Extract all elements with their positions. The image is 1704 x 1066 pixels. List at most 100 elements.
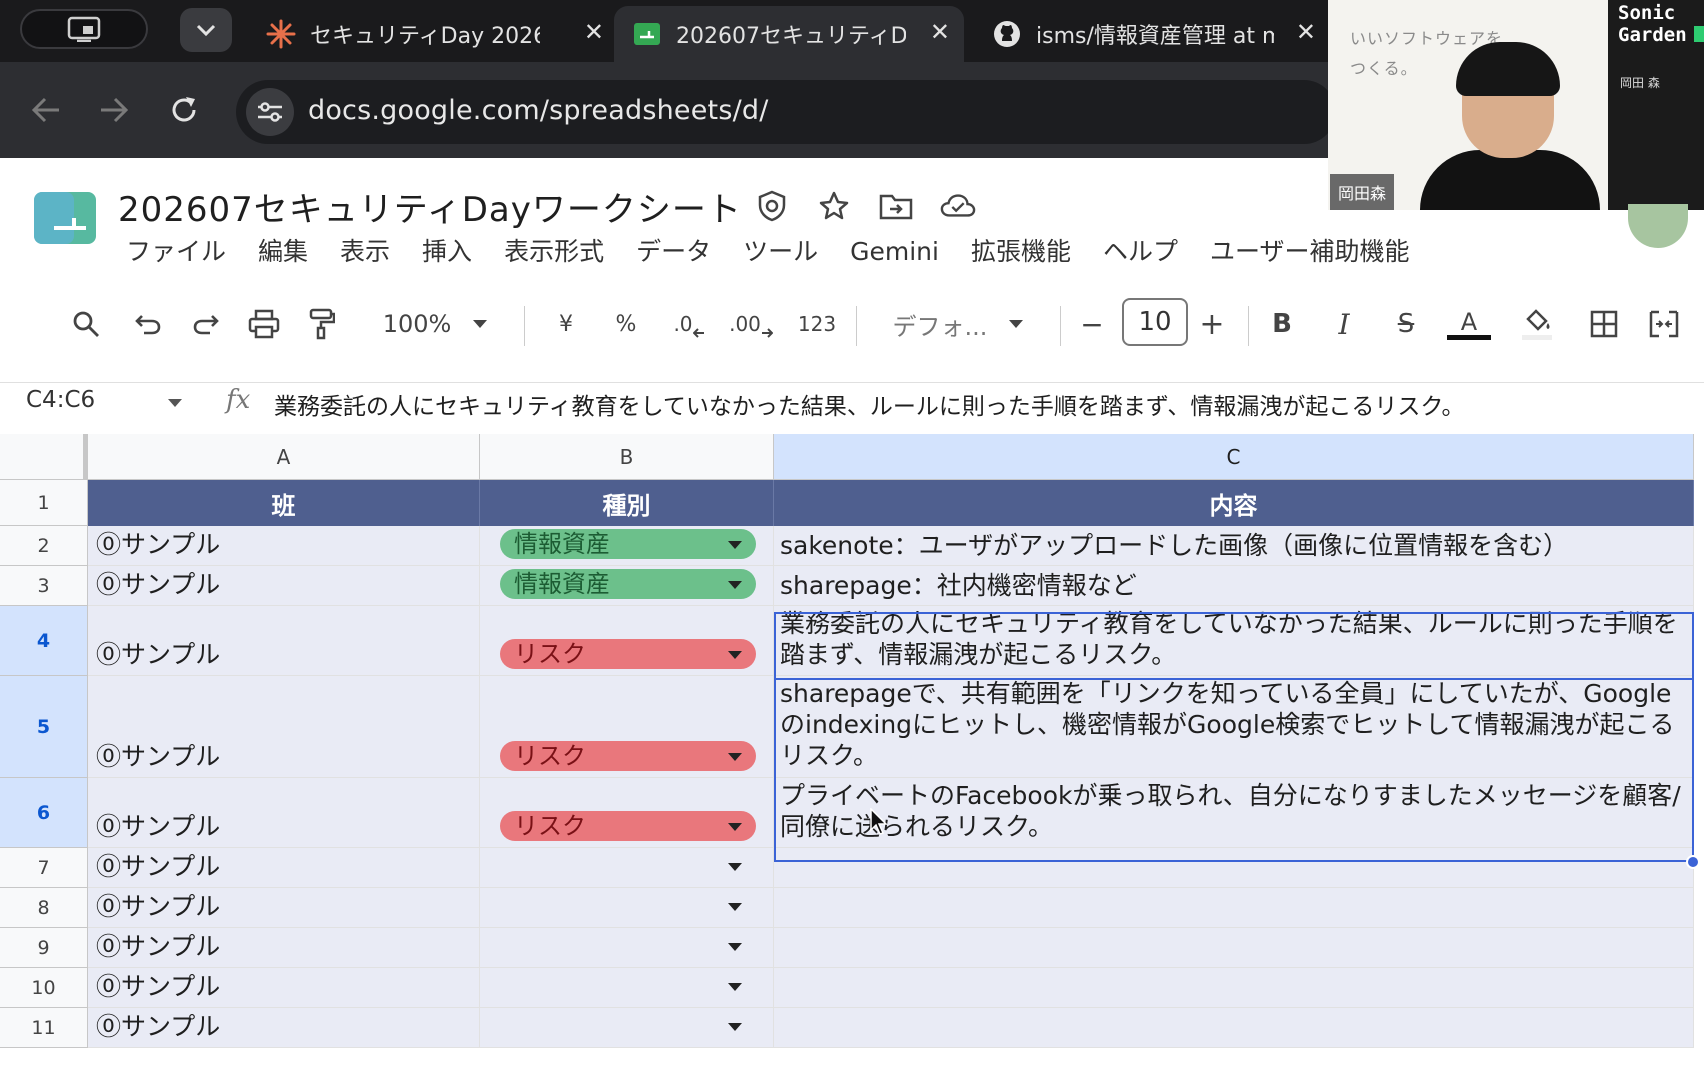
- menu-view[interactable]: 表示: [324, 234, 406, 270]
- percent-format-button[interactable]: %: [606, 294, 646, 354]
- sheets-logo-icon[interactable]: [32, 190, 98, 246]
- zoom-select[interactable]: 100%: [380, 294, 490, 354]
- back-button[interactable]: [24, 88, 68, 132]
- header-cell-content[interactable]: 内容: [774, 480, 1694, 526]
- cell-team[interactable]: ⓪サンプル: [88, 928, 480, 968]
- column-header-a[interactable]: A: [88, 434, 480, 480]
- close-icon[interactable]: ✕: [1296, 18, 1316, 46]
- row-header[interactable]: 5: [0, 676, 88, 778]
- tab-github-isms[interactable]: isms/情報資産管理 at main ✕: [974, 6, 1330, 62]
- close-icon[interactable]: ✕: [930, 18, 950, 46]
- text-color-button[interactable]: A: [1446, 294, 1492, 354]
- type-dropdown-chip[interactable]: [500, 851, 756, 881]
- cell-content[interactable]: sakenote：ユーザがアップロードした画像（画像に位置情報を含む）: [774, 526, 1694, 566]
- row-header[interactable]: 11: [0, 1008, 88, 1048]
- decrease-decimal-button[interactable]: .0: [666, 294, 712, 354]
- address-bar[interactable]: docs.google.com/spreadsheets/d/: [236, 80, 1336, 144]
- cell-type[interactable]: [480, 888, 774, 928]
- cell-content[interactable]: sharepage：社内機密情報など: [774, 566, 1694, 606]
- column-header-c[interactable]: C: [774, 434, 1694, 480]
- cell-team[interactable]: ⓪サンプル: [88, 888, 480, 928]
- cell-content[interactable]: [774, 848, 1694, 888]
- menu-format[interactable]: 表示形式: [488, 234, 620, 270]
- type-dropdown-chip[interactable]: [500, 931, 756, 961]
- menu-insert[interactable]: 挿入: [406, 234, 488, 270]
- cell-content[interactable]: プライベートのFacebookが乗っ取られ、自分になりすましたメッセージを顧客/…: [774, 778, 1694, 848]
- cell-type[interactable]: リスク: [480, 778, 774, 848]
- row-header[interactable]: 3: [0, 566, 88, 606]
- cell-type[interactable]: 情報資産: [480, 566, 774, 606]
- menu-data[interactable]: データ: [620, 234, 727, 270]
- italic-button[interactable]: I: [1324, 294, 1364, 354]
- tab-search-button[interactable]: [20, 9, 148, 49]
- cell-content[interactable]: [774, 968, 1694, 1008]
- cell-type[interactable]: [480, 848, 774, 888]
- tab-worksheet[interactable]: 202607セキュリティDayワークシート ✕: [614, 6, 964, 62]
- cell-type[interactable]: [480, 968, 774, 1008]
- privacy-shield-icon[interactable]: [754, 188, 790, 224]
- menu-help[interactable]: ヘルプ: [1087, 234, 1194, 270]
- increase-decimal-button[interactable]: .00: [726, 294, 776, 354]
- column-header-b[interactable]: B: [480, 434, 774, 480]
- row-header[interactable]: 1: [0, 480, 88, 526]
- undo-button[interactable]: [126, 294, 170, 354]
- cell-type[interactable]: リスク: [480, 676, 774, 778]
- name-box[interactable]: C4:C6: [26, 387, 95, 413]
- font-family-select[interactable]: デフォ...: [878, 294, 1038, 354]
- cell-team[interactable]: ⓪サンプル: [88, 968, 480, 1008]
- fill-handle[interactable]: [1686, 855, 1700, 869]
- cell-team[interactable]: ⓪サンプル: [88, 606, 480, 676]
- type-dropdown-chip[interactable]: [500, 971, 756, 1001]
- cell-team[interactable]: ⓪サンプル: [88, 1008, 480, 1048]
- type-dropdown-chip[interactable]: [500, 1011, 756, 1041]
- cell-team[interactable]: ⓪サンプル: [88, 676, 480, 778]
- more-formats-button[interactable]: 123: [792, 294, 842, 354]
- cell-type[interactable]: [480, 1008, 774, 1048]
- decrease-font-size-button[interactable]: −: [1072, 294, 1112, 354]
- type-dropdown-chip[interactable]: 情報資産: [500, 569, 756, 599]
- redo-button[interactable]: [184, 294, 228, 354]
- cell-content[interactable]: [774, 928, 1694, 968]
- menu-accessibility[interactable]: ユーザー補助機能: [1194, 234, 1426, 270]
- menu-extensions[interactable]: 拡張機能: [955, 234, 1087, 270]
- cell-content[interactable]: [774, 888, 1694, 928]
- menu-file[interactable]: ファイル: [110, 234, 242, 270]
- header-cell-team[interactable]: 班: [88, 480, 480, 526]
- row-header[interactable]: 6: [0, 778, 88, 848]
- reload-button[interactable]: [162, 88, 206, 132]
- row-header[interactable]: 8: [0, 888, 88, 928]
- cell-type[interactable]: 情報資産: [480, 526, 774, 566]
- select-all-corner[interactable]: [0, 434, 88, 480]
- paint-format-button[interactable]: [300, 294, 344, 354]
- borders-button[interactable]: [1582, 294, 1626, 354]
- cloud-saved-icon[interactable]: [940, 188, 976, 224]
- row-header[interactable]: 7: [0, 848, 88, 888]
- cell-team[interactable]: ⓪サンプル: [88, 778, 480, 848]
- close-icon[interactable]: ✕: [584, 18, 604, 46]
- font-size-input[interactable]: 10: [1122, 298, 1188, 346]
- menu-tools[interactable]: ツール: [727, 234, 834, 270]
- menu-gemini[interactable]: Gemini: [834, 234, 955, 270]
- row-header[interactable]: 4: [0, 606, 88, 676]
- row-header[interactable]: 9: [0, 928, 88, 968]
- strikethrough-button[interactable]: S: [1386, 294, 1426, 354]
- dropdown-arrow-icon[interactable]: [168, 399, 182, 407]
- currency-format-button[interactable]: ¥: [546, 294, 586, 354]
- cell-type[interactable]: リスク: [480, 606, 774, 676]
- tab-list-button[interactable]: [180, 8, 232, 52]
- cell-content[interactable]: 業務委託の人にセキュリティ教育をしていなかった結果、ルールに則った手順を踏まず、…: [774, 606, 1694, 676]
- fill-color-button[interactable]: [1514, 294, 1560, 354]
- bold-button[interactable]: B: [1262, 294, 1302, 354]
- menu-edit[interactable]: 編集: [242, 234, 324, 270]
- cell-team[interactable]: ⓪サンプル: [88, 848, 480, 888]
- site-info-button[interactable]: [246, 88, 294, 136]
- move-folder-icon[interactable]: [878, 188, 914, 224]
- row-header[interactable]: 2: [0, 526, 88, 566]
- type-dropdown-chip[interactable]: リスク: [500, 741, 756, 771]
- print-button[interactable]: [242, 294, 286, 354]
- type-dropdown-chip[interactable]: [500, 891, 756, 921]
- type-dropdown-chip[interactable]: リスク: [500, 811, 756, 841]
- search-menus-button[interactable]: [64, 294, 108, 354]
- merge-cells-button[interactable]: [1642, 294, 1686, 354]
- increase-font-size-button[interactable]: +: [1192, 294, 1232, 354]
